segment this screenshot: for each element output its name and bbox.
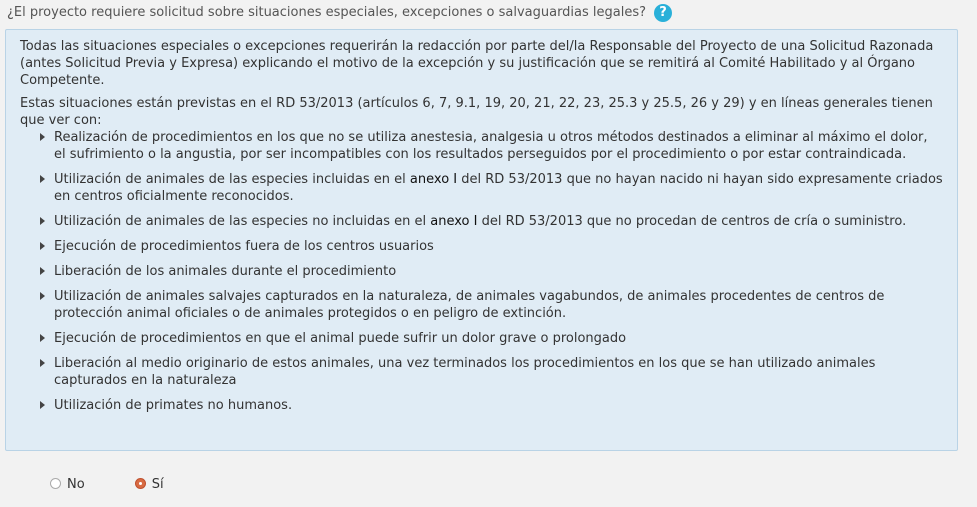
list-item: Liberación al medio originario de estos … <box>40 355 943 389</box>
help-icon[interactable]: ? <box>654 4 673 22</box>
radio-yes-label[interactable]: Sí <box>152 474 164 492</box>
radio-no-label[interactable]: No <box>67 474 85 492</box>
question-text: ¿El proyecto requiere solicitud sobre si… <box>7 5 647 20</box>
radio-no-circle[interactable] <box>50 477 61 489</box>
list-item: Liberación de los animales durante el pr… <box>40 263 943 280</box>
list-item: Utilización de animales de las especies … <box>40 213 943 230</box>
list-item: Utilización de primates no humanos. <box>40 397 943 414</box>
situations-list: Realización de procedimientos en los que… <box>20 129 943 414</box>
list-item: Ejecución de procedimientos en que el an… <box>40 330 943 347</box>
list-item: Utilización de animales de las especies … <box>40 172 943 204</box>
annex-link[interactable]: anexo I <box>410 172 457 187</box>
info-intro: Todas las situaciones especiales o excep… <box>20 39 934 88</box>
question-row: ¿El proyecto requiere solicitud sobre si… <box>7 4 673 22</box>
list-item: Utilización de animales salvajes captura… <box>40 288 943 322</box>
info-lead: Estas situaciones están previstas en el … <box>20 96 933 128</box>
info-panel: Todas las situaciones especiales o excep… <box>5 29 958 451</box>
radio-yes-circle[interactable] <box>134 477 146 489</box>
radio-yes[interactable]: Sí <box>134 474 164 492</box>
answer-radio-group: No Sí <box>50 474 214 492</box>
radio-no[interactable]: No <box>50 474 85 492</box>
list-item: Ejecución de procedimientos fuera de los… <box>40 238 943 255</box>
list-item: Realización de procedimientos en los que… <box>40 129 943 163</box>
annex-link[interactable]: anexo I <box>430 214 477 229</box>
